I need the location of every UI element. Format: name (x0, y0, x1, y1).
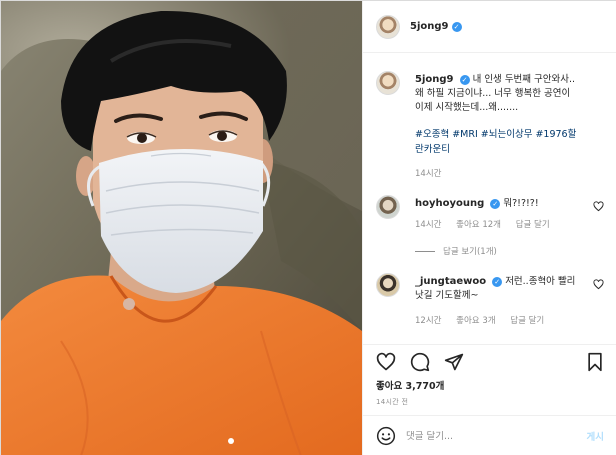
selfie-illustration (1, 1, 362, 455)
caption-row: 5jong9 ✓ 내 인생 두번째 구안와사.. 왜 하필 지금이냐... 너무… (376, 71, 606, 181)
verified-badge-icon: ✓ (490, 198, 501, 209)
avatar[interactable] (376, 14, 400, 39)
share-paper-plane-icon[interactable] (444, 352, 464, 372)
comments-scroll-area[interactable]: 5jong9 ✓ 내 인생 두번째 구안와사.. 왜 하필 지금이냐... 너무… (363, 54, 616, 344)
caption-time: 14시간 (415, 169, 442, 179)
verified-badge-icon: ✓ (451, 21, 462, 32)
instagram-post-modal: 5jong9 ✓ 5jong9 ✓ 내 인생 두번째 구안와사.. 왜 하필 지… (0, 0, 616, 455)
caption-line-2: 왜 하필 지금이냐... 너무 행복한 공연이 (415, 88, 571, 99)
comment-likes[interactable]: 좋아요 3개 (456, 316, 495, 326)
comment-time: 12시간 (415, 316, 442, 326)
view-replies-button[interactable]: 답글 보기(1개) (415, 245, 497, 257)
hashtags-line-2[interactable]: 란카운티 (415, 142, 610, 157)
comment-text-line-2: 낫길 기도할께~ (415, 290, 479, 301)
add-comment-bar: 게시 (363, 415, 616, 455)
verified-badge-icon: ✓ (459, 74, 470, 85)
action-icons-row (376, 352, 464, 372)
comment-item: hoyhoyoung ✓ 뭐?!?!?! 14시간 좋아요 12개 답글 달기 (376, 195, 606, 235)
emoji-smiley-icon[interactable] (376, 426, 396, 446)
caption-username[interactable]: 5jong9 (415, 74, 454, 85)
likes-count[interactable]: 좋아요 3,770개 (376, 378, 444, 392)
comment-like-heart-icon[interactable] (593, 201, 604, 212)
avatar[interactable] (376, 195, 400, 219)
comment-time: 14시간 (415, 220, 442, 230)
reply-button[interactable]: 답글 달기 (516, 220, 550, 230)
comment-meta: 12시간 좋아요 3개 답글 달기 (415, 314, 610, 328)
view-replies-label[interactable]: 답글 보기(1개) (443, 245, 497, 257)
comment-bubble-icon[interactable] (410, 352, 430, 372)
post-actions: 좋아요 3,770개 14시간 전 (363, 344, 616, 414)
caption-line-1: 내 인생 두번째 구안와사.. (472, 74, 576, 85)
avatar[interactable] (376, 273, 400, 297)
post-photo[interactable] (1, 1, 362, 455)
comment-username[interactable]: _jungtaewoo (415, 276, 486, 287)
comment-text-line-1: 저런..종혁아 빨리 (505, 276, 576, 287)
caption-line-3: 이제 시작했는데...왜....... (415, 102, 519, 113)
reply-button[interactable]: 답글 달기 (510, 316, 544, 326)
avatar[interactable] (376, 71, 400, 95)
hashtags-line-1[interactable]: #오종혁 #MRI #뇌는이상무 #1976할 (415, 127, 610, 142)
caption-hashtags[interactable]: #오종혁 #MRI #뇌는이상무 #1976할 란카운티 (415, 127, 610, 157)
comment-like-heart-icon[interactable] (593, 279, 604, 290)
post-timestamp: 14시간 전 (376, 398, 409, 406)
comment-text: 뭐?!?!?! (503, 198, 539, 209)
save-bookmark-icon[interactable] (586, 352, 604, 372)
post-header: 5jong9 ✓ (363, 1, 616, 53)
comment-item: _jungtaewoo ✓ 저런..종혁아 빨리 낫길 기도할께~ 12시간 좋… (376, 273, 606, 333)
comment-likes[interactable]: 좋아요 12개 (456, 220, 501, 230)
like-heart-icon[interactable] (376, 352, 396, 372)
comment-input[interactable] (406, 430, 566, 442)
post-side-panel: 5jong9 ✓ 5jong9 ✓ 내 인생 두번째 구안와사.. 왜 하필 지… (362, 1, 616, 455)
caption-meta: 14시간 (415, 167, 610, 181)
header-username[interactable]: 5jong9 (410, 21, 449, 32)
comment-meta: 14시간 좋아요 12개 답글 달기 (415, 218, 610, 232)
post-comment-button[interactable]: 게시 (587, 429, 604, 443)
verified-badge-icon: ✓ (492, 276, 503, 287)
replies-divider (415, 250, 435, 252)
comment-username[interactable]: hoyhoyoung (415, 198, 484, 209)
